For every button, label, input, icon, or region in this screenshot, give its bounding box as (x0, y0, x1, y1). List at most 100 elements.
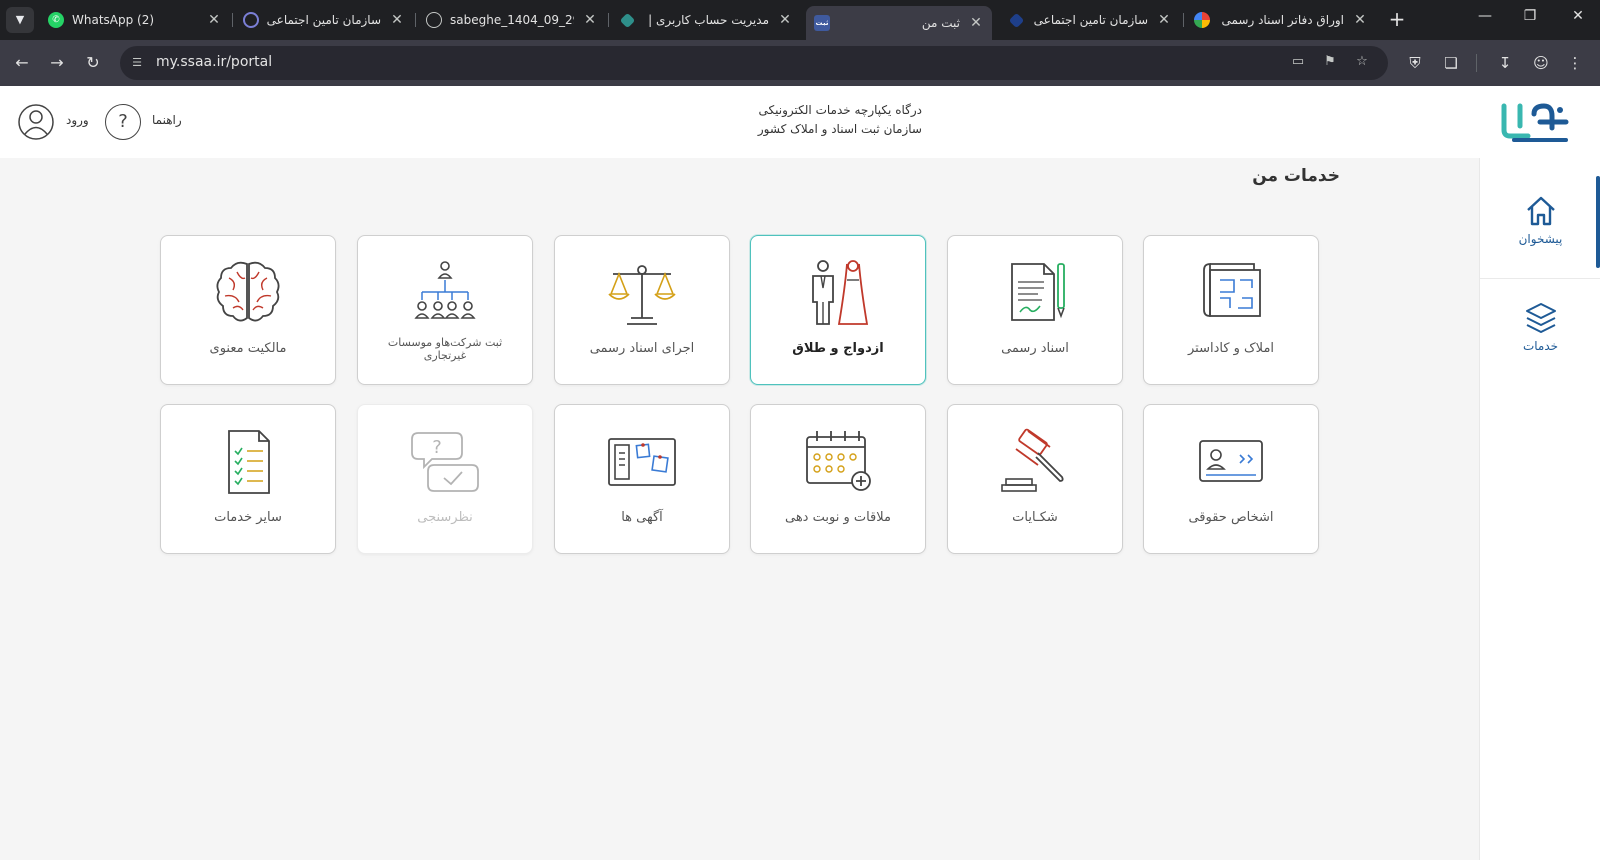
service-card-marriage-divorce[interactable]: ازدواج و طلاق (750, 235, 926, 385)
user-avatar-icon[interactable] (17, 103, 55, 141)
new-tab-button[interactable]: + (1385, 8, 1409, 30)
main-content: خدمات من املاک و کاداستر اسناد رسمی ازدو… (0, 158, 1479, 860)
service-card-company-registration[interactable]: ثبت شرکت‌هاو موسسات غیرتجاری (357, 235, 533, 385)
card-label: مالکیت معنوی (209, 341, 287, 356)
portal-title-line1: درگاه یکپارچه خدمات الکترونیکی (758, 103, 922, 117)
browser-tab-strip: ▼ ✆ WhatsApp (2) ✕ سازمان تامین اجتماعی … (0, 0, 1600, 40)
browser-tab-sabeghe[interactable]: sabeghe_1404_09_29.p ✕ (418, 6, 606, 34)
forward-button[interactable]: → (46, 52, 68, 74)
shield-extension-icon[interactable]: ⛨ (1404, 52, 1426, 74)
profile-icon[interactable]: ☺ (1530, 52, 1552, 74)
card-label: آگهی ها (621, 510, 663, 525)
sabtman-icon: ثبت (814, 15, 830, 31)
tab-title: WhatsApp (2) (72, 13, 155, 27)
close-icon[interactable]: ✕ (1156, 12, 1172, 28)
tamin-icon (243, 12, 259, 28)
browser-tab-google[interactable]: اوراق دفاتر اسناد رسمی ✕ (1186, 6, 1376, 34)
help-label[interactable]: راهنما (152, 113, 182, 127)
address-bar[interactable]: ☰ my.ssaa.ir/portal ▭ ⚑ ☆ (120, 46, 1388, 80)
tab-search-button[interactable]: ▼ (6, 7, 34, 33)
card-label: املاک و کاداستر (1187, 341, 1275, 356)
gavel-icon (998, 427, 1072, 497)
sidebar-divider (1480, 278, 1600, 279)
browser-tab-account[interactable]: مدیریت حساب کاربری | ✕ (611, 6, 801, 34)
sidebar-item-services[interactable]: خدمات (1480, 301, 1600, 353)
survey-chat-icon: ? (408, 427, 482, 497)
org-chart-icon (408, 258, 482, 328)
extensions-puzzle-icon[interactable]: ❏ (1440, 52, 1462, 74)
marriage-couple-icon (801, 258, 875, 328)
tab-title: مدیریت حساب کاربری | (648, 13, 769, 27)
help-icon[interactable]: ? (105, 104, 141, 140)
site-header: درگاه یکپارچه خدمات الکترونیکی سازمان ثب… (0, 86, 1600, 158)
browser-tab-sabtman[interactable]: ثبت ثبت من ✕ (806, 6, 992, 40)
page-title: خدمات من (1252, 166, 1340, 186)
menu-kebab-icon[interactable]: ⋮ (1564, 52, 1586, 74)
service-card-complaints[interactable]: شکـایات (947, 404, 1123, 554)
sidebar: پیشخوان خدمات (1479, 158, 1600, 860)
official-document-icon (998, 258, 1072, 328)
service-card-official-documents[interactable]: اسناد رسمی (947, 235, 1123, 385)
address-toolbar: ← → ↻ ☰ my.ssaa.ir/portal ▭ ⚑ ☆ ⛨ ❏ ↧ ☺ … (0, 40, 1600, 86)
card-label: سایر خدمات (214, 510, 282, 525)
close-icon[interactable]: ✕ (206, 12, 222, 28)
sabt-man-logo[interactable] (1500, 100, 1570, 144)
login-label[interactable]: ورود (66, 113, 89, 127)
window-close-button[interactable]: ✕ (1563, 8, 1593, 24)
service-card-intellectual-property[interactable]: مالکیت معنوی (160, 235, 336, 385)
tab-title: اوراق دفاتر اسناد رسمی (1221, 13, 1344, 27)
card-label: ملاقات و نوبت دهی (784, 510, 891, 525)
service-card-notices[interactable]: آگهی ها (554, 404, 730, 554)
close-icon[interactable]: ✕ (777, 12, 793, 28)
layers-icon (1525, 303, 1556, 333)
card-label: ازدواج و طلاق (792, 341, 884, 356)
cadastre-map-icon (1194, 258, 1268, 328)
card-label: اسناد رسمی (1001, 341, 1069, 356)
tab-title: سازمان تامین اجتماعی (1033, 13, 1148, 27)
service-card-other-services[interactable]: سایر خدمات (160, 404, 336, 554)
close-icon[interactable]: ✕ (1352, 12, 1368, 28)
url-text[interactable]: my.ssaa.ir/portal (156, 54, 272, 70)
tab-separator (415, 13, 416, 27)
tab-title: ثبت من (921, 16, 960, 30)
service-card-survey: ? نظرسنجی (357, 404, 533, 554)
tab-separator (232, 13, 233, 27)
toolbar-divider (1476, 54, 1477, 72)
tamin-icon (1008, 12, 1025, 28)
install-app-icon[interactable]: ▭ (1288, 54, 1308, 72)
sidebar-item-label: پیشخوان (1518, 232, 1563, 246)
site-info-icon[interactable]: ☰ (128, 54, 146, 72)
close-icon[interactable]: ✕ (968, 15, 984, 31)
sidebar-item-dashboard[interactable]: پیشخوان (1480, 194, 1600, 246)
back-button[interactable]: ← (11, 52, 33, 74)
download-icon[interactable]: ↧ (1494, 52, 1516, 74)
service-card-document-execution[interactable]: اجرای اسناد رسمی (554, 235, 730, 385)
restore-button[interactable]: ❐ (1515, 8, 1545, 24)
minimize-button[interactable]: — (1470, 8, 1500, 24)
card-label: اشخاص حقوقی (1188, 510, 1274, 525)
translate-icon[interactable]: ⚑ (1320, 54, 1340, 72)
brain-icon (211, 258, 285, 328)
tab-title: sabeghe_1404_09_29.p (450, 13, 574, 27)
browser-tab-tamin[interactable]: سازمان تامین اجتماعی - ✕ (235, 6, 413, 34)
service-card-appointments[interactable]: ملاقات و نوبت دهی (750, 404, 926, 554)
card-label: شکـایات (1012, 510, 1058, 525)
card-label: نظرسنجی (417, 510, 473, 525)
legal-entity-card-icon (1194, 427, 1268, 497)
tab-title: سازمان تامین اجتماعی - (267, 13, 381, 27)
service-card-cadastre[interactable]: املاک و کاداستر (1143, 235, 1319, 385)
browser-tab-tamin-2[interactable]: سازمان تامین اجتماعی ✕ (1000, 6, 1180, 34)
sidebar-item-label: خدمات (1522, 339, 1559, 353)
google-icon (1194, 12, 1210, 28)
notice-board-icon (605, 427, 679, 497)
whatsapp-icon: ✆ (48, 12, 64, 28)
reload-button[interactable]: ↻ (82, 52, 104, 74)
scales-icon (605, 258, 679, 328)
browser-tab-whatsapp[interactable]: ✆ WhatsApp (2) ✕ (40, 6, 230, 34)
bookmark-star-icon[interactable]: ☆ (1352, 54, 1372, 72)
service-card-legal-entities[interactable]: اشخاص حقوقی (1143, 404, 1319, 554)
svg-text:?: ? (432, 437, 442, 458)
tab-separator (608, 13, 609, 27)
close-icon[interactable]: ✕ (582, 12, 598, 28)
close-icon[interactable]: ✕ (389, 12, 405, 28)
